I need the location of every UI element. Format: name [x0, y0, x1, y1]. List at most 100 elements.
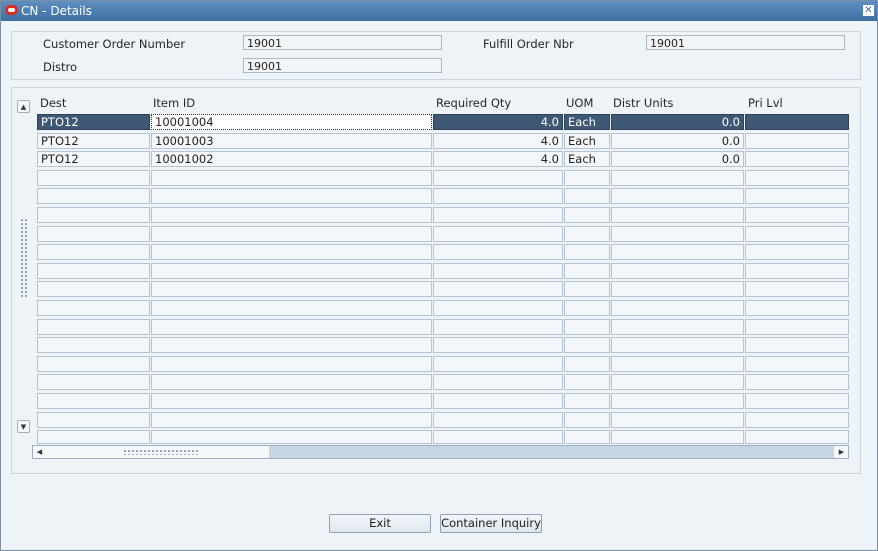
cell-uom[interactable]	[564, 207, 610, 223]
cell-required-qty[interactable]	[433, 356, 563, 372]
cell-dest[interactable]	[37, 244, 150, 260]
cell-item-id[interactable]	[151, 188, 432, 204]
cell-distr-units[interactable]	[611, 226, 744, 242]
cell-uom[interactable]	[564, 393, 610, 409]
cell-uom[interactable]	[564, 263, 610, 279]
cell-uom[interactable]	[564, 170, 610, 186]
cell-dest[interactable]	[37, 337, 150, 353]
cell-required-qty[interactable]: 4.0	[433, 114, 563, 130]
cell-distr-units[interactable]	[611, 356, 744, 372]
cell-item-id[interactable]	[151, 337, 432, 353]
cell-dest[interactable]	[37, 188, 150, 204]
cell-distr-units[interactable]	[611, 244, 744, 260]
cell-required-qty[interactable]	[433, 319, 563, 335]
cell-distr-units[interactable]	[611, 430, 744, 444]
cell-pri-lvl[interactable]	[745, 281, 849, 297]
cell-uom[interactable]	[564, 356, 610, 372]
cell-pri-lvl[interactable]	[745, 170, 849, 186]
horizontal-scrollbar[interactable]: ◀ ▶	[32, 445, 849, 459]
cell-dest[interactable]: PTO12	[37, 151, 150, 167]
cell-uom[interactable]	[564, 430, 610, 444]
cell-dest[interactable]	[37, 393, 150, 409]
cell-pri-lvl[interactable]	[745, 244, 849, 260]
cell-dest[interactable]: PTO12	[37, 114, 150, 130]
cell-pri-lvl[interactable]	[745, 356, 849, 372]
cell-uom[interactable]	[564, 188, 610, 204]
distro-field[interactable]: 19001	[243, 58, 442, 73]
cell-dest[interactable]	[37, 226, 150, 242]
cell-required-qty[interactable]	[433, 263, 563, 279]
cell-dest[interactable]	[37, 263, 150, 279]
cell-item-id[interactable]	[151, 281, 432, 297]
cell-pri-lvl[interactable]	[745, 374, 849, 390]
cell-distr-units[interactable]: 0.0	[611, 114, 744, 130]
cell-uom[interactable]	[564, 337, 610, 353]
cell-dest[interactable]	[37, 207, 150, 223]
cell-dest[interactable]: PTO12	[37, 133, 150, 149]
cell-item-id[interactable]	[151, 374, 432, 390]
cell-pri-lvl[interactable]	[745, 226, 849, 242]
cell-item-id[interactable]	[151, 244, 432, 260]
cell-item-id[interactable]	[151, 207, 432, 223]
cell-item-id[interactable]	[151, 412, 432, 428]
cell-distr-units[interactable]	[611, 374, 744, 390]
close-icon[interactable]: ✕	[863, 5, 874, 16]
cell-distr-units[interactable]	[611, 207, 744, 223]
cell-item-id[interactable]: 10001004	[151, 114, 432, 130]
cell-distr-units[interactable]	[611, 300, 744, 316]
cell-distr-units[interactable]: 0.0	[611, 151, 744, 167]
cell-pri-lvl[interactable]	[745, 300, 849, 316]
cell-required-qty[interactable]	[433, 281, 563, 297]
cell-uom[interactable]	[564, 300, 610, 316]
cell-required-qty[interactable]	[433, 300, 563, 316]
scroll-grip[interactable]	[20, 218, 28, 298]
cell-item-id[interactable]	[151, 226, 432, 242]
cell-item-id[interactable]: 10001002	[151, 151, 432, 167]
cell-uom[interactable]: Each	[564, 151, 610, 167]
cell-uom[interactable]	[564, 244, 610, 260]
cell-required-qty[interactable]	[433, 226, 563, 242]
cell-uom[interactable]	[564, 319, 610, 335]
cell-distr-units[interactable]: 0.0	[611, 133, 744, 149]
cell-dest[interactable]	[37, 300, 150, 316]
cell-dest[interactable]	[37, 374, 150, 390]
cell-uom[interactable]	[564, 226, 610, 242]
cell-uom[interactable]	[564, 374, 610, 390]
cell-item-id[interactable]	[151, 170, 432, 186]
cell-dest[interactable]	[37, 412, 150, 428]
scroll-up-icon[interactable]: ▲	[17, 100, 30, 113]
customer-order-number-field[interactable]: 19001	[243, 35, 442, 50]
cell-required-qty[interactable]	[433, 412, 563, 428]
cell-required-qty[interactable]	[433, 393, 563, 409]
exit-button[interactable]: Exit	[329, 514, 431, 533]
cell-pri-lvl[interactable]	[745, 133, 849, 149]
cell-item-id[interactable]	[151, 263, 432, 279]
cell-uom[interactable]	[564, 412, 610, 428]
cell-required-qty[interactable]	[433, 374, 563, 390]
scroll-down-icon[interactable]: ▼	[17, 420, 30, 433]
cell-pri-lvl[interactable]	[745, 430, 849, 444]
fulfill-order-nbr-field[interactable]: 19001	[646, 35, 845, 50]
cell-pri-lvl[interactable]	[745, 207, 849, 223]
cell-distr-units[interactable]	[611, 393, 744, 409]
scroll-left-icon[interactable]: ◀	[33, 446, 46, 458]
cell-item-id[interactable]: 10001003	[151, 133, 432, 149]
cell-required-qty[interactable]: 4.0	[433, 151, 563, 167]
cell-dest[interactable]	[37, 430, 150, 444]
cell-required-qty[interactable]	[433, 170, 563, 186]
cell-uom[interactable]	[564, 281, 610, 297]
cell-item-id[interactable]	[151, 430, 432, 444]
scroll-right-icon[interactable]: ▶	[835, 446, 848, 458]
cell-dest[interactable]	[37, 319, 150, 335]
cell-distr-units[interactable]	[611, 170, 744, 186]
cell-distr-units[interactable]	[611, 412, 744, 428]
cell-required-qty[interactable]	[433, 244, 563, 260]
cell-uom[interactable]: Each	[564, 133, 610, 149]
cell-pri-lvl[interactable]	[745, 114, 849, 130]
cell-distr-units[interactable]	[611, 319, 744, 335]
cell-pri-lvl[interactable]	[745, 393, 849, 409]
cell-required-qty[interactable]: 4.0	[433, 133, 563, 149]
cell-pri-lvl[interactable]	[745, 188, 849, 204]
cell-distr-units[interactable]	[611, 337, 744, 353]
cell-dest[interactable]	[37, 356, 150, 372]
